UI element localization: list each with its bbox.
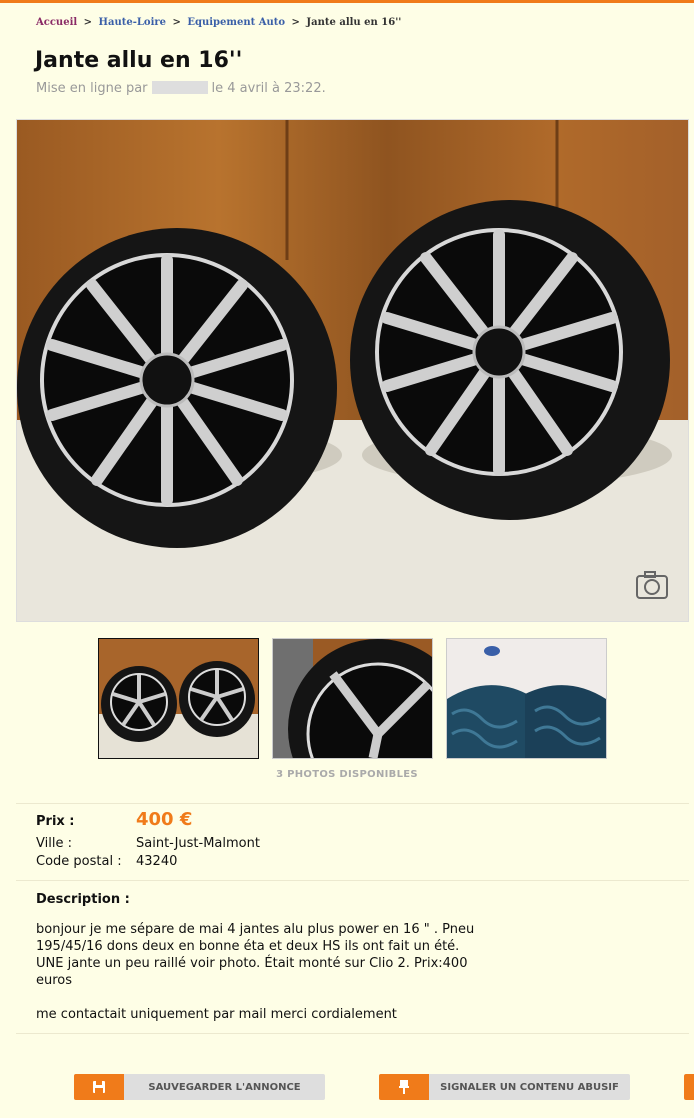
price-label: Prix : [36,814,75,829]
breadcrumb-home-link[interactable]: Accueil [36,17,77,28]
price-value: 400 € [136,809,193,830]
wheel-left [17,228,337,548]
breadcrumb-region-link[interactable]: Haute-Loire [99,17,166,28]
description-label: Description : [36,892,130,907]
breadcrumb-separator: > [172,17,181,28]
breadcrumb-separator: > [291,17,300,28]
pin-icon [379,1074,429,1100]
city-value: Saint-Just-Malmont [136,836,260,851]
photos-count: 3 PHOTOS DISPONIBLES [276,769,418,780]
report-abuse-button[interactable]: SIGNALER UN CONTENU ABUSIF [379,1074,630,1100]
postcode-value: 43240 [136,854,178,869]
description-text: bonjour je me sépare de mai 4 jantes alu… [36,921,476,1040]
ad-title: Jante allu en 16'' [35,48,243,73]
posted-prefix: Mise en ligne par [36,81,148,96]
divider [16,1033,689,1034]
divider [16,880,689,881]
description-paragraph: bonjour je me sépare de mai 4 jantes alu… [36,922,475,988]
posted-info: Mise en ligne par le 4 avril à 23:22. [36,81,326,96]
photo-thumbnail-3[interactable] [446,638,607,759]
seller-name-redacted [151,81,208,94]
photo-thumbnail-1[interactable] [98,638,259,759]
breadcrumb-category-link[interactable]: Equipement Auto [187,17,285,28]
city-label: Ville : [36,836,72,851]
photo-thumbnail-2[interactable] [272,638,433,759]
divider [16,803,689,804]
posted-date: le 4 avril à 23:22. [211,81,326,96]
save-ad-label: SAUVEGARDER L'ANNONCE [148,1081,301,1093]
breadcrumb-separator: > [83,17,93,28]
breadcrumb: Accueil > Haute-Loire > Equipement Auto … [36,17,401,28]
floppy-disk-icon [74,1074,124,1100]
save-ad-button[interactable]: SAUVEGARDER L'ANNONCE [74,1074,325,1100]
report-abuse-label: SIGNALER UN CONTENU ABUSIF [440,1081,619,1093]
partial-button[interactable] [684,1074,694,1100]
main-photo[interactable] [16,119,689,622]
description-paragraph: me contactait uniquement par mail merci … [36,1007,397,1022]
partial-button-icon [684,1074,694,1100]
postcode-label: Code postal : [36,854,122,869]
wheel-right [350,200,670,520]
breadcrumb-current: Jante allu en 16'' [306,17,402,28]
